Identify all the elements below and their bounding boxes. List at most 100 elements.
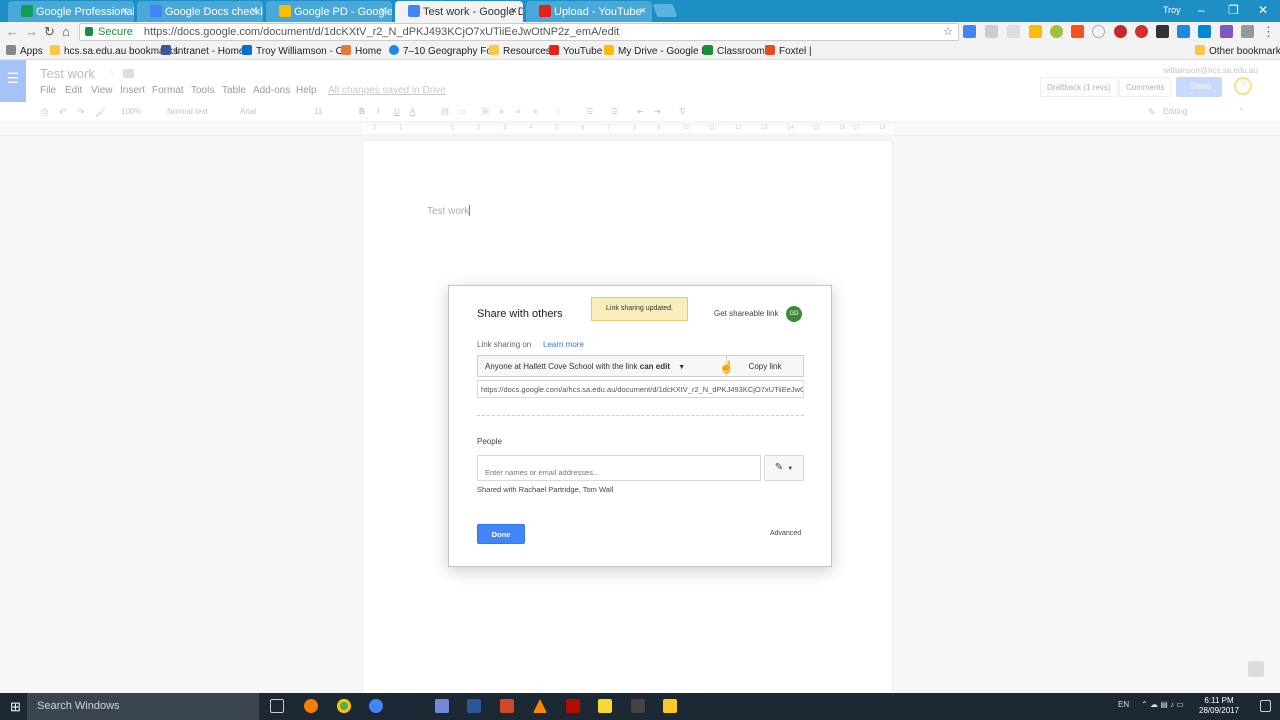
windows-start-icon[interactable]: ⊞ bbox=[10, 700, 24, 714]
extension-icon[interactable] bbox=[1092, 25, 1105, 38]
share-link-field[interactable]: https://docs.google.com/a/hcs.sa.edu.au/… bbox=[477, 380, 804, 398]
tab-label: Test work - Google Docs bbox=[423, 6, 523, 18]
close-icon[interactable]: × bbox=[380, 5, 386, 17]
extension-icon[interactable] bbox=[1198, 25, 1211, 38]
profile-name[interactable]: Troy bbox=[1163, 5, 1181, 15]
close-icon[interactable]: × bbox=[122, 5, 128, 17]
discord-icon[interactable] bbox=[435, 699, 449, 713]
close-icon[interactable]: × bbox=[640, 5, 646, 17]
docs-icon bbox=[408, 5, 420, 17]
bookmark-item[interactable]: hcs.sa.edu.au bookmarks bbox=[50, 45, 178, 57]
close-window-icon[interactable]: ✕ bbox=[1258, 3, 1268, 17]
lock-icon bbox=[85, 27, 93, 36]
extension-icon[interactable] bbox=[1114, 25, 1127, 38]
back-icon[interactable]: ← bbox=[6, 24, 19, 39]
chrome-icon[interactable] bbox=[337, 699, 351, 713]
gmail-icon[interactable] bbox=[1241, 25, 1254, 38]
windows-search-box[interactable]: Search Windows bbox=[27, 693, 259, 720]
advanced-link[interactable]: Advanced bbox=[770, 530, 801, 537]
extension-icon[interactable] bbox=[985, 25, 998, 38]
bookmark-item[interactable]: YouTube bbox=[549, 45, 602, 57]
scope-prefix: Anyone at Hallett Cove School with the l… bbox=[485, 362, 638, 371]
sticky-notes-icon[interactable] bbox=[598, 699, 612, 713]
apps-bookmark[interactable]: Apps bbox=[6, 45, 43, 57]
firefox-icon[interactable] bbox=[304, 699, 318, 713]
steam-icon[interactable] bbox=[402, 699, 416, 713]
bookmark-star-icon[interactable]: ☆ bbox=[943, 25, 953, 38]
people-input[interactable] bbox=[477, 455, 761, 481]
menu-dots-icon[interactable]: ⋮ bbox=[1262, 24, 1275, 40]
word-icon[interactable] bbox=[467, 699, 481, 713]
system-clock[interactable]: 6:11 PM 28/09/2017 bbox=[1199, 696, 1239, 716]
bookmark-item[interactable]: Classroom bbox=[703, 45, 765, 57]
folder-icon bbox=[1195, 45, 1205, 55]
classroom-icon bbox=[703, 45, 713, 55]
url-input[interactable]: Secure https://docs.google.com/document/… bbox=[79, 23, 959, 41]
restore-icon[interactable]: ❐ bbox=[1228, 3, 1239, 17]
url-text: https://docs.google.com/document/d/1dcKX… bbox=[143, 26, 620, 38]
drive-extension-icon[interactable] bbox=[1029, 25, 1042, 38]
app-icon[interactable] bbox=[369, 699, 383, 713]
explore-icon[interactable] bbox=[1248, 661, 1264, 677]
bookmark-item[interactable]: Home bbox=[341, 45, 382, 57]
other-bookmarks[interactable]: Other bookmarks bbox=[1195, 45, 1280, 57]
learn-more-link[interactable]: Learn more bbox=[543, 340, 584, 349]
extension-icon[interactable] bbox=[1071, 25, 1084, 38]
language-indicator[interactable]: EN bbox=[1118, 700, 1129, 709]
bookmark-item[interactable]: 7–10 Geography Fou bbox=[389, 45, 498, 57]
extension-icon[interactable] bbox=[1007, 25, 1020, 38]
extension-icon[interactable] bbox=[1177, 25, 1190, 38]
link-scope-dropdown[interactable]: Anyone at Hallett Cove School with the l… bbox=[477, 355, 727, 377]
shared-with-text: Shared with Rachael Partridge, Tom Wall bbox=[477, 485, 614, 494]
folder-icon bbox=[489, 45, 499, 55]
outlook-icon bbox=[242, 45, 252, 55]
dialog-title: Share with others bbox=[477, 308, 563, 320]
extension-icon[interactable] bbox=[1050, 25, 1063, 38]
translate-extension-icon[interactable] bbox=[963, 25, 976, 38]
home-icon[interactable]: ⌂ bbox=[62, 24, 70, 39]
tray-icons[interactable]: ⌃ ☁ ▤ ♪ ▭ bbox=[1141, 700, 1184, 709]
notifications-icon[interactable] bbox=[1260, 700, 1271, 712]
site-icon bbox=[161, 45, 171, 55]
clock-date: 28/09/2017 bbox=[1199, 706, 1240, 715]
bookmark-item[interactable]: Resources bbox=[489, 45, 551, 57]
close-icon[interactable]: × bbox=[511, 5, 517, 17]
bookmark-item[interactable]: My Drive - Google D bbox=[604, 45, 709, 57]
file-explorer-icon[interactable] bbox=[663, 699, 677, 713]
close-icon[interactable]: × bbox=[251, 5, 257, 17]
app-icon[interactable] bbox=[631, 699, 645, 713]
site-icon bbox=[389, 45, 399, 55]
powerpoint-icon[interactable] bbox=[500, 699, 514, 713]
scope-permission: can edit bbox=[639, 362, 670, 371]
get-shareable-link[interactable]: Get shareable link bbox=[714, 309, 778, 318]
extension-icon[interactable] bbox=[1156, 25, 1169, 38]
task-view-icon[interactable] bbox=[270, 699, 284, 713]
adblock-icon[interactable] bbox=[1135, 25, 1148, 38]
docs-icon bbox=[150, 5, 162, 17]
drive-icon bbox=[279, 5, 291, 17]
browser-tab-active[interactable]: Test work - Google Docs × bbox=[395, 1, 523, 22]
reload-icon[interactable]: ↻ bbox=[44, 24, 55, 40]
tab-label: Google Professional Dev bbox=[36, 6, 134, 18]
bookmark-item[interactable]: Intranet - Home bbox=[161, 45, 244, 57]
browser-tab[interactable]: Google Docs checklist - × bbox=[137, 1, 263, 22]
minimize-icon[interactable]: – bbox=[1198, 3, 1205, 17]
bookmark-item[interactable]: Troy Williamson - Ou bbox=[242, 45, 349, 57]
link-icon[interactable]: GD bbox=[786, 306, 802, 322]
browser-tab[interactable]: Upload - YouTube × bbox=[526, 1, 652, 22]
forward-icon[interactable]: → bbox=[25, 24, 38, 39]
bookmark-item[interactable]: Foxtel | bbox=[765, 45, 812, 57]
browser-tab[interactable]: Google PD - Google Driv × bbox=[266, 1, 392, 22]
browser-tab[interactable]: Google Professional Dev × bbox=[8, 1, 134, 22]
extension-icon[interactable] bbox=[1220, 25, 1233, 38]
new-tab-button[interactable] bbox=[652, 4, 678, 17]
done-button[interactable]: Done bbox=[477, 524, 525, 544]
system-tray: EN ⌃ ☁ ▤ ♪ ▭ bbox=[1118, 700, 1184, 709]
acrobat-icon[interactable] bbox=[566, 699, 580, 713]
vlc-icon[interactable] bbox=[533, 699, 547, 713]
permission-dropdown[interactable]: ✎ ▼ bbox=[764, 455, 804, 481]
copy-link-button[interactable]: Copy link bbox=[726, 355, 804, 377]
site-icon bbox=[765, 45, 775, 55]
drive-icon bbox=[604, 45, 614, 55]
sheets-icon bbox=[21, 5, 33, 17]
